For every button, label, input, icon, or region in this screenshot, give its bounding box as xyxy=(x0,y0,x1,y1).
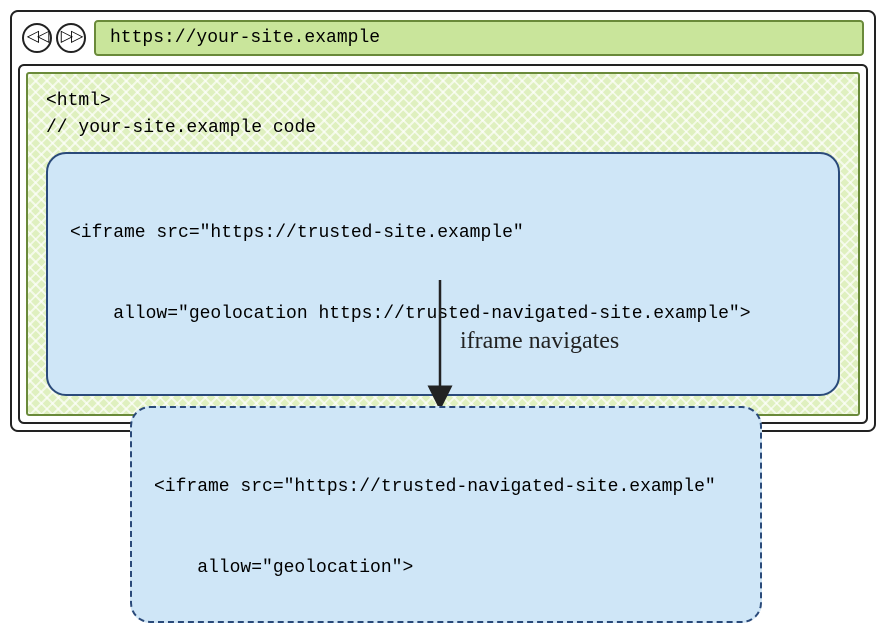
annotation-label: iframe navigates xyxy=(460,328,619,355)
back-icon[interactable]: ◁◁ xyxy=(22,23,52,53)
arrow-icon xyxy=(430,280,450,410)
forward-icon-glyph: ▷▷ xyxy=(61,29,82,45)
code-line-html-open: <html> xyxy=(46,88,840,115)
title-bar: ◁◁ ▷▷ https://your-site.example xyxy=(18,18,868,64)
code-line-comment: // your-site.example code xyxy=(46,115,840,142)
iframe1-line1: <iframe src="https://trusted-site.exampl… xyxy=(70,220,816,247)
iframe-box-navigated: <iframe src="https://trusted-navigated-s… xyxy=(130,406,762,623)
nav-buttons: ◁◁ ▷▷ xyxy=(22,23,86,53)
iframe2-line1: <iframe src="https://trusted-navigated-s… xyxy=(154,474,738,501)
forward-icon[interactable]: ▷▷ xyxy=(56,23,86,53)
back-icon-glyph: ◁◁ xyxy=(27,29,48,45)
address-bar[interactable]: https://your-site.example xyxy=(94,20,864,56)
iframe2-line2: allow="geolocation"> xyxy=(154,555,738,582)
